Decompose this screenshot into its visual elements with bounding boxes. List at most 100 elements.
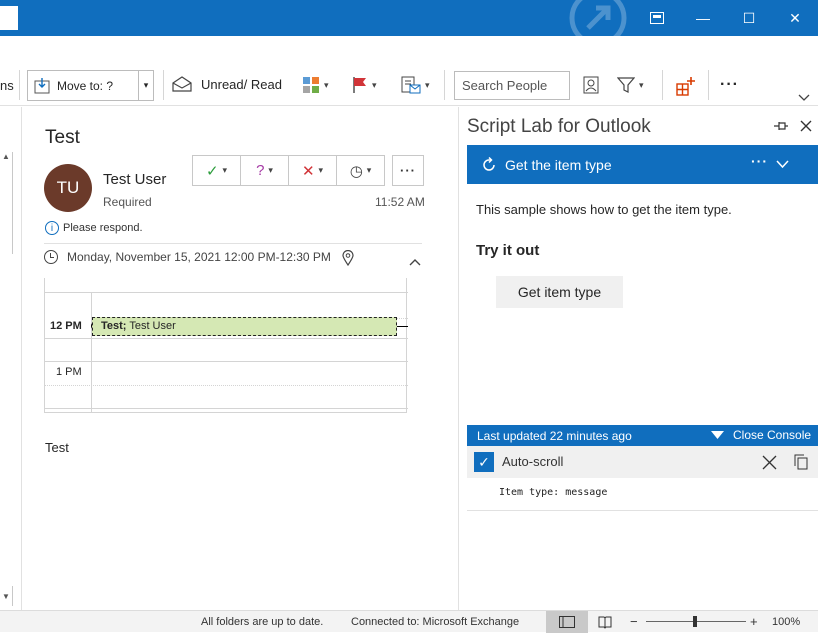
chevron-down-icon: ▾ bbox=[324, 79, 329, 90]
please-respond-text: Please respond. bbox=[63, 222, 143, 234]
checkmark-icon: ✓ bbox=[205, 162, 219, 180]
ribbon: ns Move to: ? ▾ Unread/ Read ▾ ▾ ▾ Searc… bbox=[0, 36, 818, 106]
sample-menu-button[interactable]: ··· bbox=[751, 153, 768, 169]
get-item-type-button[interactable]: Get item type bbox=[496, 276, 623, 308]
rules-icon bbox=[401, 76, 421, 94]
add-ins-icon bbox=[676, 77, 695, 96]
ribbon-partial-label: ns bbox=[0, 78, 14, 93]
close-button[interactable]: ✕ bbox=[772, 0, 818, 36]
addin-pane: Script Lab for Outlook Get the item type… bbox=[458, 107, 818, 610]
copy-icon[interactable] bbox=[794, 454, 808, 470]
avatar-initials: TU bbox=[56, 178, 80, 197]
collapse-ribbon-icon[interactable] bbox=[798, 94, 810, 102]
message-body: Test bbox=[45, 440, 69, 455]
close-pane-icon[interactable] bbox=[800, 120, 812, 132]
divider bbox=[467, 510, 818, 511]
meeting-time-row: Monday, November 15, 2021 12:00 PM-12:30… bbox=[44, 250, 331, 264]
status-bar: All folders are up to date. Connected to… bbox=[0, 610, 818, 633]
zoom-level[interactable]: 100% bbox=[772, 616, 800, 628]
address-book-button[interactable] bbox=[583, 76, 599, 94]
close-console-button[interactable]: Close Console bbox=[711, 428, 811, 442]
chevron-down-icon[interactable] bbox=[776, 160, 789, 169]
avatar[interactable]: TU bbox=[44, 164, 92, 212]
chevron-down-icon: ▾ bbox=[366, 165, 372, 175]
follow-up-button[interactable]: ▾ bbox=[352, 76, 377, 94]
refresh-icon[interactable] bbox=[481, 156, 497, 173]
normal-view-button[interactable] bbox=[546, 611, 588, 633]
zoom-out-button[interactable]: − bbox=[630, 614, 638, 629]
pin-icon[interactable] bbox=[773, 119, 789, 133]
addin-title: Script Lab for Outlook bbox=[467, 116, 651, 137]
sample-description: This sample shows how to get the item ty… bbox=[476, 202, 732, 217]
categorize-button[interactable]: ▾ bbox=[302, 76, 329, 94]
appointment-title: Test; bbox=[101, 320, 127, 332]
address-book-icon bbox=[583, 76, 599, 94]
folder-scrollbar[interactable]: ▲ bbox=[0, 152, 13, 254]
chevron-down-icon: ▾ bbox=[138, 71, 153, 100]
clock-icon: ◷ bbox=[349, 162, 363, 180]
ribbon-separator bbox=[662, 70, 663, 100]
move-to-label: Move to: ? bbox=[57, 78, 114, 93]
ribbon-separator bbox=[444, 70, 445, 100]
restore-ribbon-icon[interactable] bbox=[634, 0, 680, 36]
scroll-up-icon[interactable]: ▲ bbox=[0, 152, 12, 161]
move-to-dropdown[interactable]: Move to: ? ▾ bbox=[27, 70, 154, 101]
clock-icon bbox=[44, 250, 58, 264]
rules-button[interactable]: ▾ bbox=[401, 76, 430, 94]
autoscroll-bar: ✓ Auto-scroll bbox=[467, 446, 818, 478]
minimize-button[interactable]: — bbox=[680, 0, 726, 36]
autoscroll-checkbox[interactable]: ✓ bbox=[474, 452, 494, 472]
filter-icon bbox=[617, 77, 635, 93]
chevron-down-icon: ▾ bbox=[372, 79, 377, 90]
folder-pane-edge: ▲ ▼ bbox=[0, 107, 22, 610]
sample-title: Get the item type bbox=[505, 156, 612, 173]
flag-icon bbox=[353, 77, 366, 93]
ribbon-separator bbox=[708, 70, 709, 100]
search-people-placeholder: Search People bbox=[462, 78, 548, 93]
sender-role: Required bbox=[103, 195, 152, 209]
calendar-hour-12: 12 PM bbox=[50, 320, 82, 332]
ribbon-separator bbox=[163, 70, 164, 100]
calendar-appointment[interactable]: Test; Test User bbox=[92, 317, 397, 336]
propose-time-button[interactable]: ◷ ▾ bbox=[336, 155, 385, 186]
maximize-button[interactable]: ☐ bbox=[726, 0, 772, 36]
current-time-line bbox=[397, 326, 408, 327]
console-log-line: Item type: message bbox=[499, 487, 608, 498]
decline-button[interactable]: ✕ ▾ bbox=[288, 155, 337, 186]
accept-button[interactable]: ✓ ▾ bbox=[192, 155, 241, 186]
scroll-down-icon[interactable]: ▼ bbox=[0, 586, 13, 606]
message-time: 11:52 AM bbox=[375, 195, 425, 209]
calendar-hour-1: 1 PM bbox=[56, 366, 82, 378]
collapse-icon[interactable] bbox=[409, 258, 421, 266]
zoom-slider-thumb[interactable] bbox=[693, 616, 697, 627]
try-it-out-heading: Try it out bbox=[476, 242, 540, 259]
normal-view-icon bbox=[559, 616, 575, 628]
chevron-down-icon: ▾ bbox=[318, 165, 324, 175]
more-commands-button[interactable]: ··· bbox=[720, 76, 739, 94]
info-icon: i bbox=[45, 221, 59, 235]
chevron-down-icon: ▾ bbox=[639, 79, 644, 90]
reading-view-icon[interactable] bbox=[598, 615, 612, 629]
title-bar: — ☐ ✕ bbox=[0, 0, 818, 36]
sender-name[interactable]: Test User bbox=[103, 171, 166, 188]
tentative-button[interactable]: ? ▾ bbox=[240, 155, 289, 186]
get-add-ins-button[interactable] bbox=[676, 76, 696, 96]
x-icon: ✕ bbox=[301, 162, 315, 180]
clear-console-icon[interactable] bbox=[762, 455, 777, 470]
search-people-input[interactable]: Search People bbox=[454, 71, 570, 100]
chevron-down-icon: ▾ bbox=[268, 165, 273, 175]
zoom-in-button[interactable]: + bbox=[750, 614, 758, 629]
message-subject: Test bbox=[45, 127, 80, 148]
ribbon-separator bbox=[19, 70, 20, 100]
connection-status: Connected to: Microsoft Exchange bbox=[351, 616, 520, 628]
unread-read-button[interactable]: Unread/ Read bbox=[172, 76, 282, 92]
unread-read-label: Unread/ Read bbox=[201, 76, 282, 92]
title-search-box[interactable] bbox=[0, 6, 18, 30]
chevron-down-icon: ▾ bbox=[222, 165, 228, 175]
sync-status: All folders are up to date. bbox=[201, 616, 324, 628]
move-to-icon bbox=[34, 77, 50, 93]
filter-email-button[interactable]: ▾ bbox=[617, 76, 644, 94]
sample-header-bar[interactable]: Get the item type ··· bbox=[467, 145, 818, 184]
location-pin-icon bbox=[342, 250, 354, 266]
more-actions-button[interactable]: ··· bbox=[392, 155, 424, 186]
